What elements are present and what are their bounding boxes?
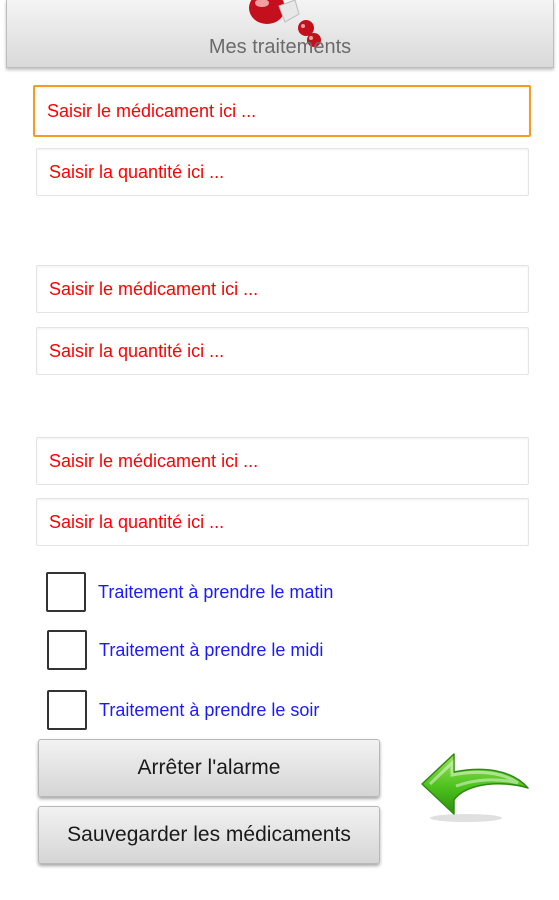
checkbox-row-matin[interactable]: Traitement à prendre le matin <box>46 570 333 614</box>
checkbox-row-soir[interactable]: Traitement à prendre le soir <box>47 688 319 732</box>
checkbox-midi[interactable] <box>47 630 87 670</box>
stop-alarm-button[interactable]: Arrêter l'alarme <box>38 739 380 797</box>
medicament-input-3[interactable] <box>36 437 529 485</box>
app-header: Mes traitements <box>6 0 554 68</box>
checkbox-matin[interactable] <box>46 572 86 612</box>
checkbox-row-midi[interactable]: Traitement à prendre le midi <box>47 628 323 672</box>
page-title: Mes traitements <box>208 36 352 58</box>
back-arrow-icon[interactable] <box>418 748 530 828</box>
save-medications-button[interactable]: Sauvegarder les médicaments <box>38 806 380 864</box>
checkbox-label-matin[interactable]: Traitement à prendre le matin <box>98 582 333 603</box>
quantite-input-1[interactable] <box>36 148 529 196</box>
quantite-input-3[interactable] <box>36 498 529 546</box>
quantite-input-2[interactable] <box>36 327 529 375</box>
medicament-input-1[interactable] <box>33 85 531 137</box>
checkbox-label-midi[interactable]: Traitement à prendre le midi <box>99 640 323 661</box>
medicament-input-2[interactable] <box>36 265 529 313</box>
checkbox-label-soir[interactable]: Traitement à prendre le soir <box>99 700 319 721</box>
checkbox-soir[interactable] <box>47 690 87 730</box>
